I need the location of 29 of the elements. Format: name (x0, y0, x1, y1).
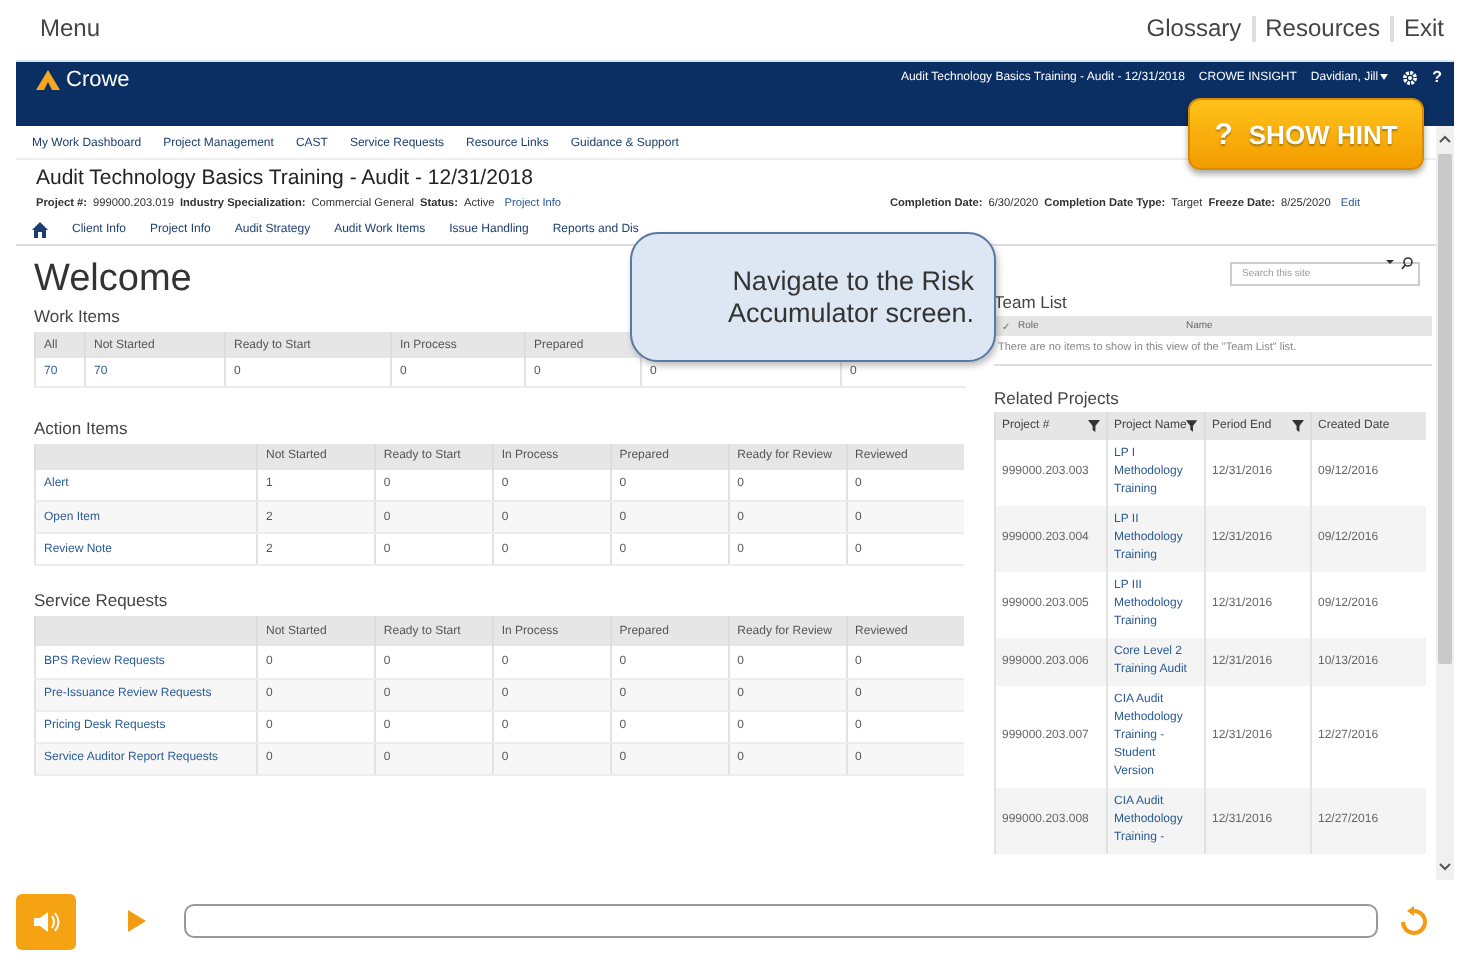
logo-icon (36, 70, 60, 90)
section-title: Related Projects (994, 388, 1121, 408)
play-icon (128, 910, 146, 932)
chevron-up-icon[interactable] (1438, 134, 1452, 144)
logo-text: Crowe (66, 68, 130, 92)
chevron-down-icon[interactable] (1438, 862, 1452, 872)
section-title: Service Requests (34, 590, 168, 610)
section-title: Work Items (34, 306, 120, 326)
section-title: Team List (994, 292, 1069, 312)
section-title: Action Items (34, 417, 128, 437)
page-heading: Welcome (34, 256, 192, 304)
callout-bubble: Navigate to the Risk Accumulator screen. (630, 232, 996, 362)
help-link[interactable]: ? (1432, 68, 1442, 86)
top-link[interactable]: Exit (1389, 15, 1454, 41)
home-icon[interactable] (32, 222, 48, 238)
filter-icon[interactable] (1186, 420, 1198, 432)
filter-icon[interactable] (1088, 420, 1100, 432)
caret-icon (1380, 74, 1389, 80)
search-icon[interactable] (1386, 255, 1414, 269)
menu-link[interactable]: Menu (30, 15, 111, 41)
project-title: Audit Technology Basics Training - Audit - 12/31/2018 (34, 164, 535, 190)
scrollbar[interactable] (1436, 126, 1454, 880)
top-link[interactable]: Glossary (1136, 15, 1252, 41)
filter-icon[interactable] (1292, 420, 1304, 432)
replay-icon (1398, 905, 1430, 937)
top-link[interactable]: Resources (1251, 15, 1390, 41)
speaker-icon (32, 909, 60, 933)
settings-icon[interactable] (1402, 69, 1419, 85)
progress-track[interactable] (184, 904, 1378, 938)
